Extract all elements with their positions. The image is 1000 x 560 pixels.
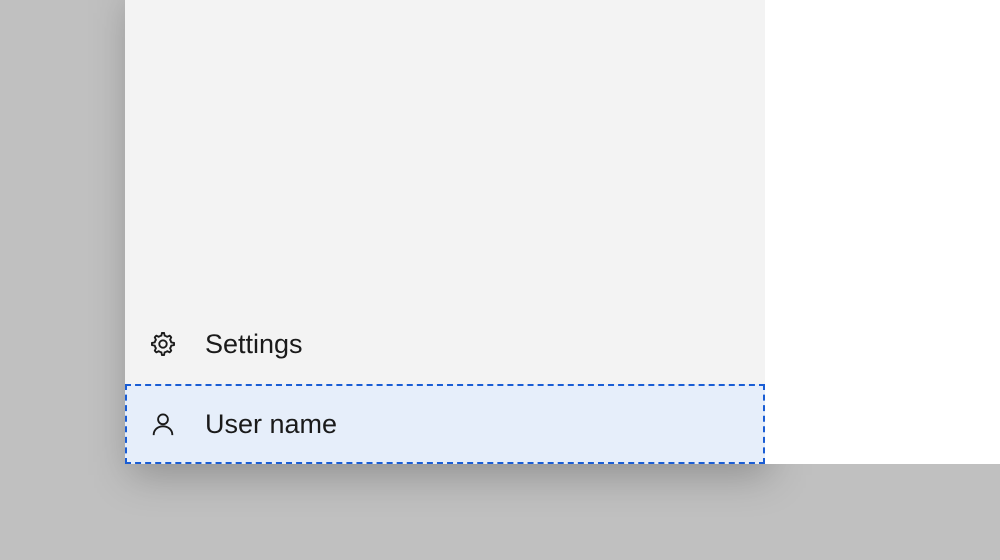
content-panel	[765, 0, 1000, 464]
user-icon	[147, 408, 179, 440]
menu-item-label: Settings	[205, 329, 303, 360]
menu-item-settings[interactable]: Settings	[125, 304, 765, 384]
menu-item-user[interactable]: User name	[125, 384, 765, 464]
menu-item-label: User name	[205, 409, 337, 440]
gear-icon	[147, 328, 179, 360]
navigation-panel: Settings User name	[125, 0, 765, 464]
